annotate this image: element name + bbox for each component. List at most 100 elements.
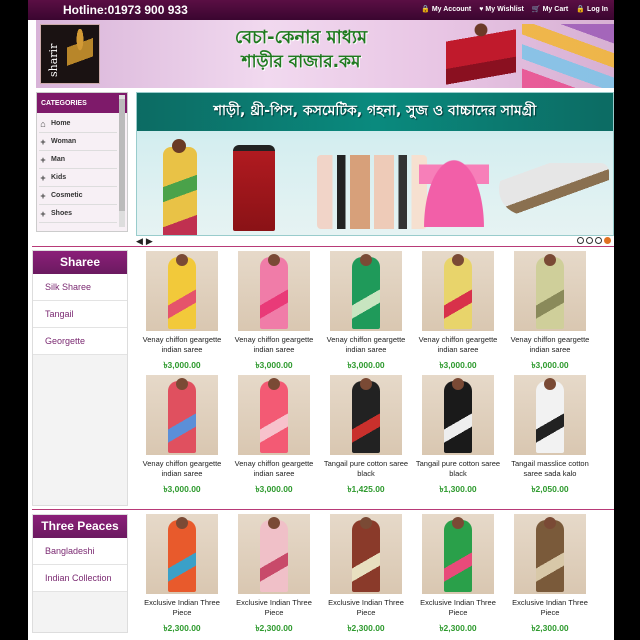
category-item-kids[interactable]: + Kids: [39, 169, 117, 187]
product-model-head: [176, 254, 188, 266]
category-item-man[interactable]: + Man: [39, 151, 117, 169]
product-card[interactable]: Venay chiffon geargette indian saree ৳3,0…: [228, 251, 320, 373]
product-card[interactable]: Tangail pure cotton saree black ৳1,425.00: [320, 375, 412, 497]
site-logo[interactable]: sharir: [40, 24, 100, 84]
toplink-my-account[interactable]: 🔒 My Account: [421, 5, 471, 14]
product-image[interactable]: [330, 251, 402, 331]
product-name[interactable]: Exclusive Indian Three Piece: [228, 598, 320, 620]
login-icon: 🔒: [576, 6, 585, 13]
category-item-shoes[interactable]: + Shoes: [39, 205, 117, 223]
sidebar-link-georgette[interactable]: Georgette: [33, 328, 127, 355]
product-image[interactable]: [238, 514, 310, 594]
header-banner: sharir বেচা-কেনার মাধ্যম শাড়ীর বাজার.কম: [36, 20, 614, 88]
hero-slider[interactable]: শাড়ী, থ্রী-পিস, কসমেটিক, গহনা, সুজ ও বা…: [136, 92, 614, 236]
product-model-head: [452, 517, 464, 529]
product-name[interactable]: Venay chiffon geargette indian saree: [136, 459, 228, 481]
product-card[interactable]: Venay chiffon geargette indian saree ৳3,0…: [320, 251, 412, 373]
product-garment: [260, 381, 288, 453]
product-name[interactable]: Tangail pure cotton saree black: [320, 459, 412, 481]
sidebar-section-links: Silk Sharee Tangail Georgette: [33, 274, 127, 355]
product-card[interactable]: Venay chiffon geargette indian saree ৳3,0…: [504, 251, 596, 373]
product-image[interactable]: [514, 514, 586, 594]
product-name[interactable]: Tangail masslice cotton saree sada kalo: [504, 459, 596, 481]
product-image[interactable]: [146, 514, 218, 594]
product-image[interactable]: [146, 251, 218, 331]
plus-icon: +: [40, 136, 46, 147]
product-card[interactable]: Exclusive Indian Three Piece ৳2,300.00: [228, 514, 320, 636]
product-name[interactable]: Exclusive Indian Three Piece: [136, 598, 228, 620]
product-name[interactable]: Venay chiffon geargette indian saree: [320, 335, 412, 357]
product-price: ৳1,300.00: [439, 484, 477, 494]
banner-title-line2: শাড়ীর বাজার.কম: [241, 52, 361, 72]
product-image[interactable]: [514, 375, 586, 455]
slide-sandals-image: [499, 163, 609, 215]
product-name[interactable]: Exclusive Indian Three Piece: [412, 598, 504, 620]
product-card[interactable]: Venay chiffon geargette indian saree ৳3,0…: [228, 375, 320, 497]
category-item-home[interactable]: ⌂ Home: [39, 115, 117, 133]
product-garment: [352, 257, 380, 329]
category-item-cosmetic[interactable]: + Cosmetic: [39, 187, 117, 205]
product-card[interactable]: Exclusive Indian Three Piece ৳2,300.00: [412, 514, 504, 636]
product-name[interactable]: Venay chiffon geargette indian saree: [136, 335, 228, 357]
product-model-head: [268, 254, 280, 266]
category-item-woman[interactable]: + Woman: [39, 133, 117, 151]
product-garment: [536, 381, 564, 453]
product-grid: Venay chiffon geargette indian saree ৳3,0…: [136, 251, 596, 497]
product-name[interactable]: Venay chiffon geargette indian saree: [504, 335, 596, 357]
toplink-log-in[interactable]: 🔒 Log In: [576, 5, 608, 14]
sidebar-link-bangladeshi[interactable]: Bangladeshi: [33, 538, 127, 565]
product-image[interactable]: [514, 251, 586, 331]
plus-icon: +: [40, 190, 46, 201]
slide-saree-model-image: [163, 147, 197, 235]
toplink-my-wishlist[interactable]: ♥ My Wishlist: [479, 5, 524, 13]
product-image[interactable]: [238, 375, 310, 455]
product-card[interactable]: Exclusive Indian Three Piece ৳2,300.00: [320, 514, 412, 636]
scrollbar-thumb[interactable]: [119, 99, 125, 211]
product-name[interactable]: Venay chiffon geargette indian saree: [228, 335, 320, 357]
logo-text: sharir: [47, 43, 60, 77]
product-name[interactable]: Tangail pure cotton saree black: [412, 459, 504, 481]
product-image[interactable]: [330, 514, 402, 594]
toplink-my-cart[interactable]: 🛒 My Cart: [532, 5, 568, 14]
product-image[interactable]: [146, 375, 218, 455]
product-card[interactable]: Venay chiffon geargette indian saree ৳3,0…: [412, 251, 504, 373]
product-card[interactable]: Tangail pure cotton saree black ৳1,300.00: [412, 375, 504, 497]
product-card[interactable]: Exclusive Indian Three Piece ৳2,300.00: [504, 514, 596, 636]
product-image[interactable]: [422, 251, 494, 331]
product-image[interactable]: [422, 375, 494, 455]
category-label: Kids: [51, 173, 67, 181]
product-image[interactable]: [238, 251, 310, 331]
product-price: ৳2,300.00: [439, 623, 477, 633]
sidebar-link-tangail[interactable]: Tangail: [33, 301, 127, 328]
slider-dot[interactable]: [604, 237, 611, 244]
product-model-head: [452, 378, 464, 390]
product-name[interactable]: Exclusive Indian Three Piece: [320, 598, 412, 620]
product-model-head: [176, 517, 188, 529]
product-image[interactable]: [330, 375, 402, 455]
slider-caption: শাড়ী, থ্রী-পিস, কসমেটিক, গহনা, সুজ ও বা…: [213, 103, 537, 119]
product-name[interactable]: Exclusive Indian Three Piece: [504, 598, 596, 620]
product-name[interactable]: Venay chiffon geargette indian saree: [228, 459, 320, 481]
product-price: ৳3,000.00: [163, 484, 201, 494]
product-card[interactable]: Venay chiffon geargette indian saree ৳3,0…: [136, 375, 228, 497]
slider-dot[interactable]: [577, 237, 584, 244]
sidebar-link-indian-collection[interactable]: Indian Collection: [33, 565, 127, 592]
top-links: 🔒 My Account ♥ My Wishlist 🛒 My Cart 🔒 Log In: [421, 5, 608, 14]
product-garment: [444, 257, 472, 329]
product-model-head: [360, 378, 372, 390]
product-price: ৳3,000.00: [531, 360, 569, 370]
sidebar-link-silk-sharee[interactable]: Silk Sharee: [33, 274, 127, 301]
product-card[interactable]: Tangail masslice cotton saree sada kalo ৳…: [504, 375, 596, 497]
product-garment: [444, 381, 472, 453]
product-price: ৳3,000.00: [347, 360, 385, 370]
product-card[interactable]: Exclusive Indian Three Piece ৳2,300.00: [136, 514, 228, 636]
product-card[interactable]: Venay chiffon geargette indian saree ৳3,0…: [136, 251, 228, 373]
slider-pagination-dots: [577, 237, 611, 244]
product-name[interactable]: Venay chiffon geargette indian saree: [412, 335, 504, 357]
product-price: ৳3,000.00: [439, 360, 477, 370]
slider-dot[interactable]: [595, 237, 602, 244]
categories-scrollbar[interactable]: [119, 95, 125, 227]
product-image[interactable]: [422, 514, 494, 594]
slider-dot[interactable]: [586, 237, 593, 244]
product-garment: [168, 520, 196, 592]
